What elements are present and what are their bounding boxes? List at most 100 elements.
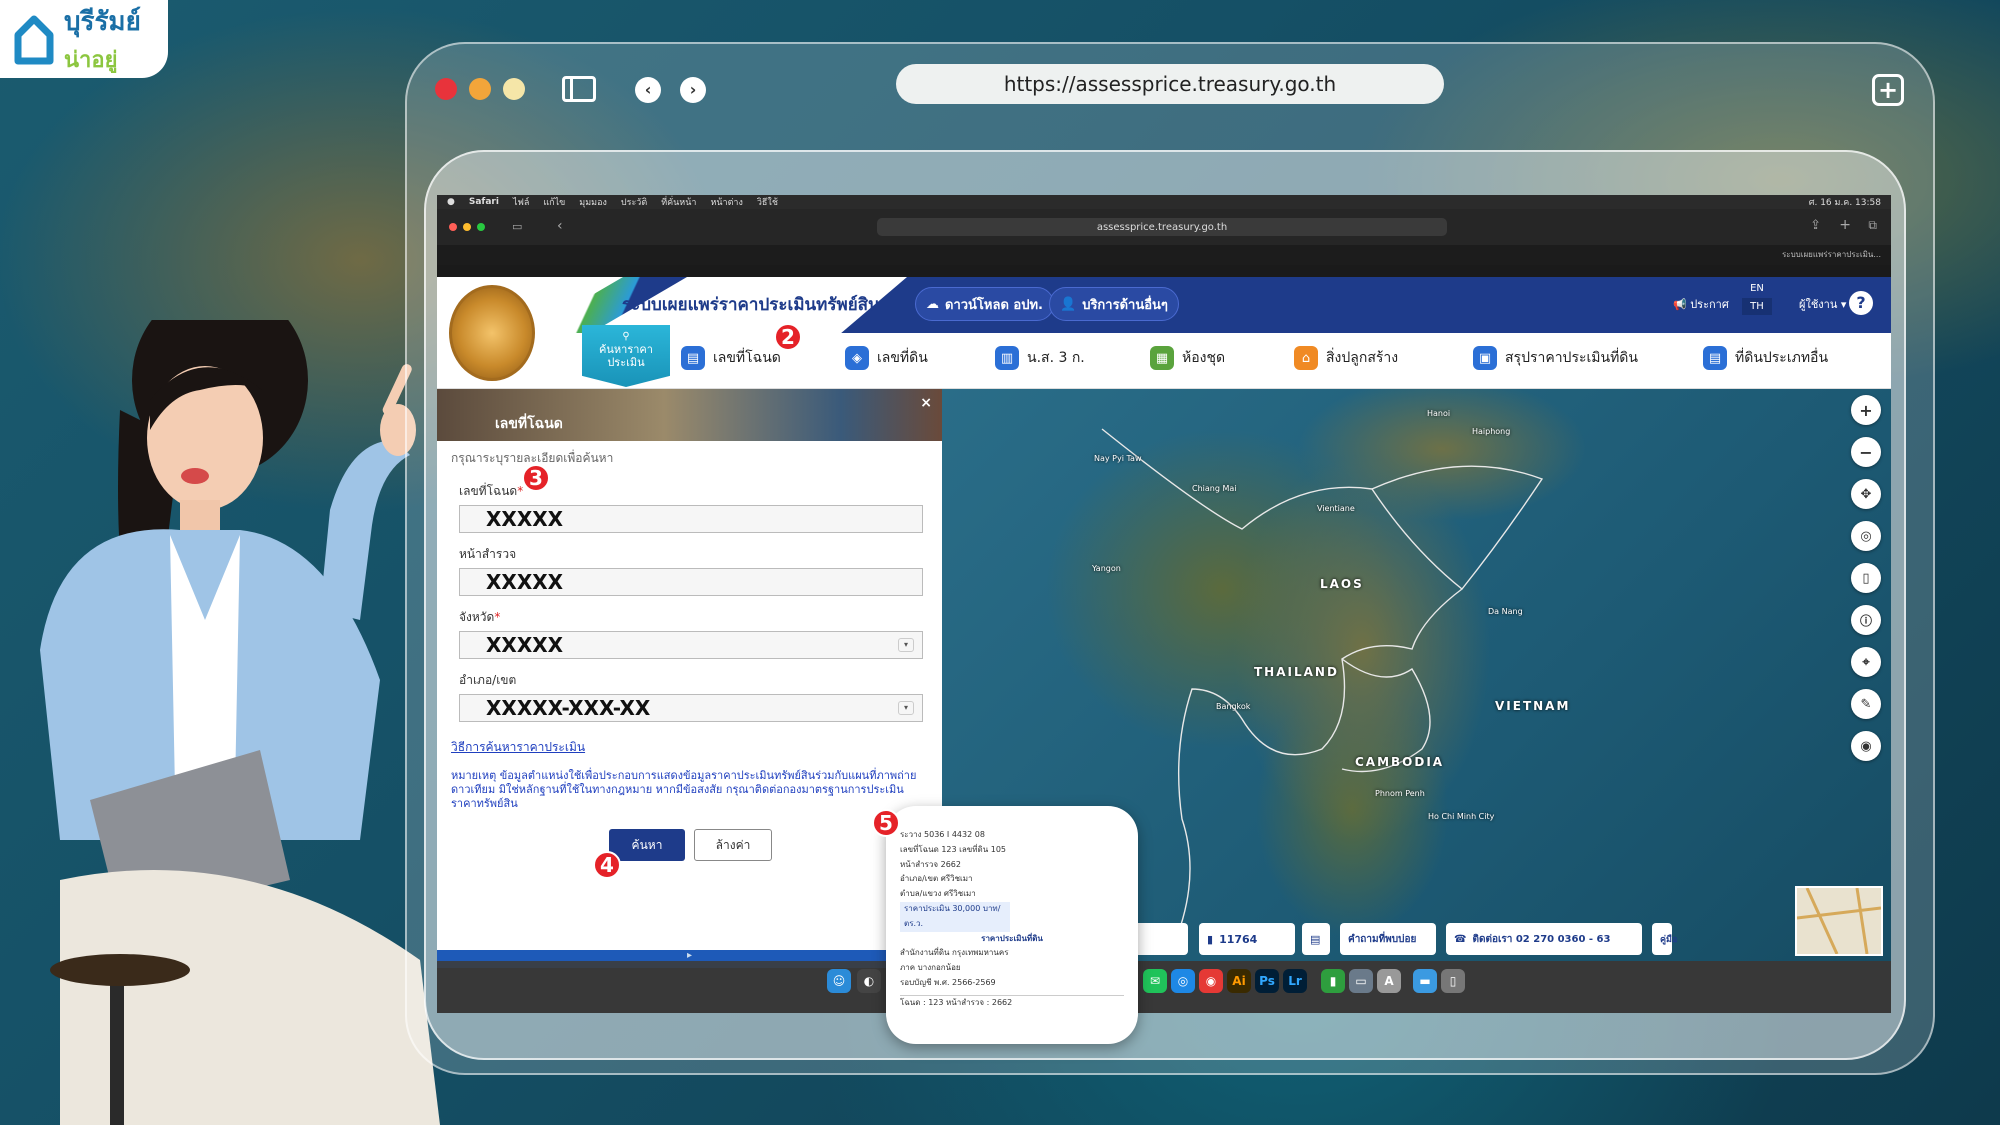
tabs-overview-icon[interactable]: ⧉	[1868, 218, 1877, 233]
map-city: Haiphong	[1472, 427, 1511, 436]
announce-link[interactable]: 📢 ประกาศ	[1673, 295, 1729, 313]
share-icon[interactable]: ⇪	[1810, 218, 1821, 233]
zoom-out-icon[interactable]: −	[1851, 437, 1881, 467]
survey-page-label: หน้าสำรวจ	[459, 547, 517, 561]
howto-link[interactable]: วิธีการค้นหาราคาประเมิน	[451, 738, 942, 757]
photos-icon[interactable]: ◐	[857, 969, 881, 993]
nav-item-land-number[interactable]: ◈ เลขที่ดิน	[845, 346, 928, 370]
outer-url-text: https://assessprice.treasury.go.th	[1003, 72, 1337, 96]
map-city: Ho Chi Minh City	[1428, 812, 1495, 821]
menu-item[interactable]: ที่คั่นหน้า	[661, 195, 696, 209]
outer-url-bar[interactable]: https://assessprice.treasury.go.th	[896, 64, 1444, 104]
folder-icon[interactable]: ▬	[1413, 969, 1437, 993]
illustrator-icon[interactable]: Ai	[1227, 969, 1251, 993]
screen: ● Safari ไฟล์ แก้ไข มุมมอง ประวัติ ที่คั…	[437, 195, 1891, 1013]
back-arrow-icon[interactable]: ‹	[635, 77, 661, 103]
menu-item[interactable]: แก้ไข	[543, 195, 565, 209]
add-tab-icon[interactable]: +	[1839, 217, 1851, 233]
contact-link[interactable]: ☎ ติดต่อเรา 02 270 0360 - 63	[1446, 923, 1642, 955]
lang-en[interactable]: EN	[1742, 283, 1772, 294]
info-icon[interactable]: ⓘ	[1851, 605, 1881, 635]
forward-arrow-icon[interactable]: ›	[680, 77, 706, 103]
numbers-icon[interactable]: ▮	[1321, 969, 1345, 993]
minimize-window-dot[interactable]	[469, 78, 491, 100]
chrome-icon[interactable]: ◉	[1199, 969, 1223, 993]
survey-page-input[interactable]: XXXXX	[459, 568, 923, 596]
nav-item-ns3k[interactable]: ▥ น.ส. 3 ก.	[995, 346, 1085, 370]
manual-link[interactable]: คู่มือ	[1652, 923, 1677, 955]
maximize-window-dot[interactable]	[503, 78, 525, 100]
locate-icon[interactable]: ◎	[1851, 521, 1881, 551]
close-window-dot[interactable]	[435, 78, 457, 100]
fontbook-icon[interactable]: A	[1377, 969, 1401, 993]
menu-item[interactable]: ไฟล์	[513, 195, 529, 209]
deed-number-input[interactable]: XXXXX	[459, 505, 923, 533]
form-hint: กรุณาระบุรายละเอียดเพื่อค้นหา	[451, 451, 614, 465]
chart-icon: ▮	[1207, 932, 1214, 946]
popup-line: เลขที่โฉนด 123 เลขที่ดิน 105	[900, 844, 1006, 854]
brand-line2: น่าอยู่	[64, 48, 118, 73]
house-logo-icon	[12, 11, 56, 67]
help-button[interactable]: ?	[1849, 291, 1873, 315]
zoom-in-icon[interactable]: +	[1851, 395, 1881, 425]
safari-sidebar-icon[interactable]: ▭	[512, 220, 522, 233]
safari-back-icon[interactable]: ‹	[557, 218, 563, 234]
province-select[interactable]: XXXXX ▾	[459, 631, 923, 659]
search-button[interactable]: ค้นหา	[609, 829, 685, 861]
safari-maximize-dot[interactable]	[477, 223, 485, 231]
menu-item[interactable]: วิธีใช้	[757, 195, 778, 209]
pin-icon[interactable]: ⌖	[1851, 647, 1881, 677]
safari-close-dot[interactable]	[449, 223, 457, 231]
map-city: Phnom Penh	[1375, 789, 1425, 798]
contact-label: ติดต่อเรา 02 270 0360 - 63	[1472, 933, 1611, 945]
overview-minimap[interactable]	[1795, 886, 1883, 956]
nav-item-label: เลขที่ดิน	[877, 350, 928, 366]
language-switch[interactable]: EN TH	[1742, 283, 1772, 327]
clear-button[interactable]: ล้างค่า	[694, 829, 772, 861]
safari-address-bar[interactable]: assessprice.treasury.go.th	[877, 218, 1447, 236]
map-city: Vientiane	[1317, 504, 1355, 513]
nav-item-label: ที่ดินประเภทอื่น	[1735, 350, 1829, 366]
faq-link[interactable]: คำถามที่พบบ่อย	[1340, 923, 1436, 955]
pan-icon[interactable]: ✥	[1851, 479, 1881, 509]
district-select[interactable]: XXXXX-XXX-XX ▾	[459, 694, 923, 722]
summary-icon: ▣	[1473, 346, 1497, 370]
nav-item-other-land[interactable]: ▤ ที่ดินประเภทอื่น	[1703, 346, 1828, 370]
menu-item[interactable]: Safari	[469, 197, 499, 207]
document-icon[interactable]: ▤	[1302, 923, 1330, 955]
user-menu[interactable]: ผู้ใช้งาน ▾	[1799, 295, 1846, 313]
finder-icon[interactable]: ☺	[827, 969, 851, 993]
safari-tab[interactable]: ระบบเผยแพร่ราคาประเมิน...	[1782, 248, 1881, 261]
trash-bin-icon[interactable]: ▯	[1441, 969, 1465, 993]
brand-logo: บุรีรัมย์ น่าอยู่	[0, 0, 168, 78]
menu-item[interactable]: หน้าต่าง	[710, 195, 742, 209]
nav-item-label: ห้องชุด	[1182, 350, 1226, 366]
nav-item-building[interactable]: ⌂ สิ่งปลูกสร้าง	[1294, 346, 1398, 370]
megaphone-icon: 📢	[1673, 298, 1687, 311]
download-button[interactable]: ☁ ดาวน์โหลด อปท.	[915, 287, 1054, 321]
close-icon[interactable]: ×	[920, 395, 932, 411]
apple-icon[interactable]: ●	[447, 197, 455, 207]
nav-item-deed[interactable]: ▤ เลขที่โฉนด	[681, 346, 781, 370]
trash-icon[interactable]: ▯	[1851, 563, 1881, 593]
compass-icon[interactable]: ◉	[1851, 731, 1881, 761]
download-label: ดาวน์โหลด อปท.	[945, 297, 1043, 313]
safari-minimize-dot[interactable]	[463, 223, 471, 231]
lang-th[interactable]: TH	[1742, 298, 1772, 315]
line-icon[interactable]: ✉	[1143, 969, 1167, 993]
map-label-thailand: THAILAND	[1254, 665, 1339, 679]
nav-item-summary[interactable]: ▣ สรุปราคาประเมินที่ดิน	[1473, 346, 1638, 370]
nav-item-condo[interactable]: ▦ ห้องชุด	[1150, 346, 1225, 370]
lightroom-icon[interactable]: Lr	[1283, 969, 1307, 993]
sidebar-toggle-icon[interactable]	[562, 76, 596, 102]
nav-item-label: เลขที่โฉนด	[713, 350, 781, 366]
preview-icon[interactable]: ▭	[1349, 969, 1373, 993]
photoshop-icon[interactable]: Ps	[1255, 969, 1279, 993]
services-button[interactable]: 👤 บริการด้านอื่นๆ	[1049, 287, 1179, 321]
new-tab-icon[interactable]: +	[1872, 74, 1904, 106]
tab-search-price[interactable]: ⚲ ค้นหาราคาประเมิน	[582, 325, 670, 387]
ruler-icon[interactable]: ✎	[1851, 689, 1881, 719]
menu-item[interactable]: มุมมอง	[579, 195, 607, 209]
menu-item[interactable]: ประวัติ	[621, 195, 647, 209]
safari-icon[interactable]: ◎	[1171, 969, 1195, 993]
